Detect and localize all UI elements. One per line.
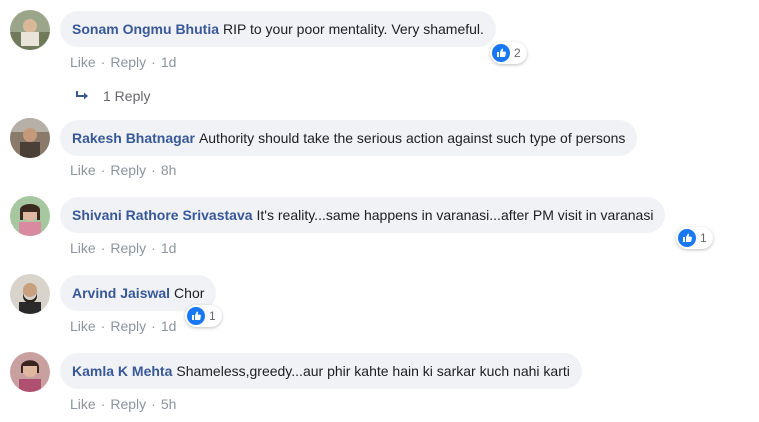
reaction-count[interactable]: 1 xyxy=(185,305,222,327)
author-name[interactable]: Sonam Ongmu Bhutia xyxy=(72,21,219,37)
reply-button[interactable]: Reply xyxy=(110,396,146,412)
reply-button[interactable]: Reply xyxy=(110,54,146,70)
comment-actions: Like · Reply · 5h xyxy=(70,396,177,412)
comment-bubble: Rakesh Bhatnagar Authority should take t… xyxy=(60,120,638,156)
comment-bubble: Shivani Rathore Srivastava It's reality.… xyxy=(60,197,666,233)
timestamp[interactable]: 1d xyxy=(161,318,177,334)
reaction-count[interactable]: 1 xyxy=(676,227,713,249)
like-button[interactable]: Like xyxy=(70,318,96,334)
avatar[interactable] xyxy=(10,118,50,158)
timestamp[interactable]: 1d xyxy=(161,240,177,256)
reply-arrow-icon xyxy=(76,91,88,100)
author-name[interactable]: Rakesh Bhatnagar xyxy=(72,130,195,146)
like-reaction-icon xyxy=(187,307,205,325)
comment-bubble: Kamla K Mehta Shameless,greedy...aur phi… xyxy=(60,353,582,389)
like-button[interactable]: Like xyxy=(70,240,96,256)
view-replies-link[interactable]: 1 Reply xyxy=(75,88,150,104)
like-reaction-icon xyxy=(678,229,696,247)
reaction-count[interactable]: 2 xyxy=(490,42,527,64)
avatar[interactable] xyxy=(10,274,50,314)
comment-bubble: Sonam Ongmu Bhutia RIP to your poor ment… xyxy=(60,11,496,47)
author-name[interactable]: Shivani Rathore Srivastava xyxy=(72,207,253,223)
reply-button[interactable]: Reply xyxy=(110,240,146,256)
comment-text: It's reality...same happens in varanasi.… xyxy=(256,207,654,223)
like-button[interactable]: Like xyxy=(70,396,96,412)
comment-actions: Like · Reply · 1d xyxy=(70,318,177,334)
timestamp[interactable]: 5h xyxy=(161,396,177,412)
timestamp[interactable]: 1d xyxy=(161,54,177,70)
like-button[interactable]: Like xyxy=(70,54,96,70)
timestamp[interactable]: 8h xyxy=(161,162,177,178)
author-name[interactable]: Arvind Jaiswal xyxy=(72,285,170,301)
comment-text: Shameless,greedy...aur phir kahte hain k… xyxy=(176,363,570,379)
like-reaction-icon xyxy=(492,44,510,62)
avatar[interactable] xyxy=(10,352,50,392)
comment-actions: Like · Reply · 8h xyxy=(70,162,177,178)
comment-text: Authority should take the serious action… xyxy=(198,130,626,146)
comment-actions: Like · Reply · 1d xyxy=(70,240,177,256)
like-button[interactable]: Like xyxy=(70,162,96,178)
reply-button[interactable]: Reply xyxy=(110,162,146,178)
reply-button[interactable]: Reply xyxy=(110,318,146,334)
comment-text: RIP to your poor mentality. Very shamefu… xyxy=(223,21,484,37)
comment-text: Chor xyxy=(174,285,205,301)
avatar[interactable] xyxy=(10,10,50,50)
author-name[interactable]: Kamla K Mehta xyxy=(72,363,172,379)
comment-actions: Like · Reply · 1d xyxy=(70,54,177,70)
avatar[interactable] xyxy=(10,196,50,236)
